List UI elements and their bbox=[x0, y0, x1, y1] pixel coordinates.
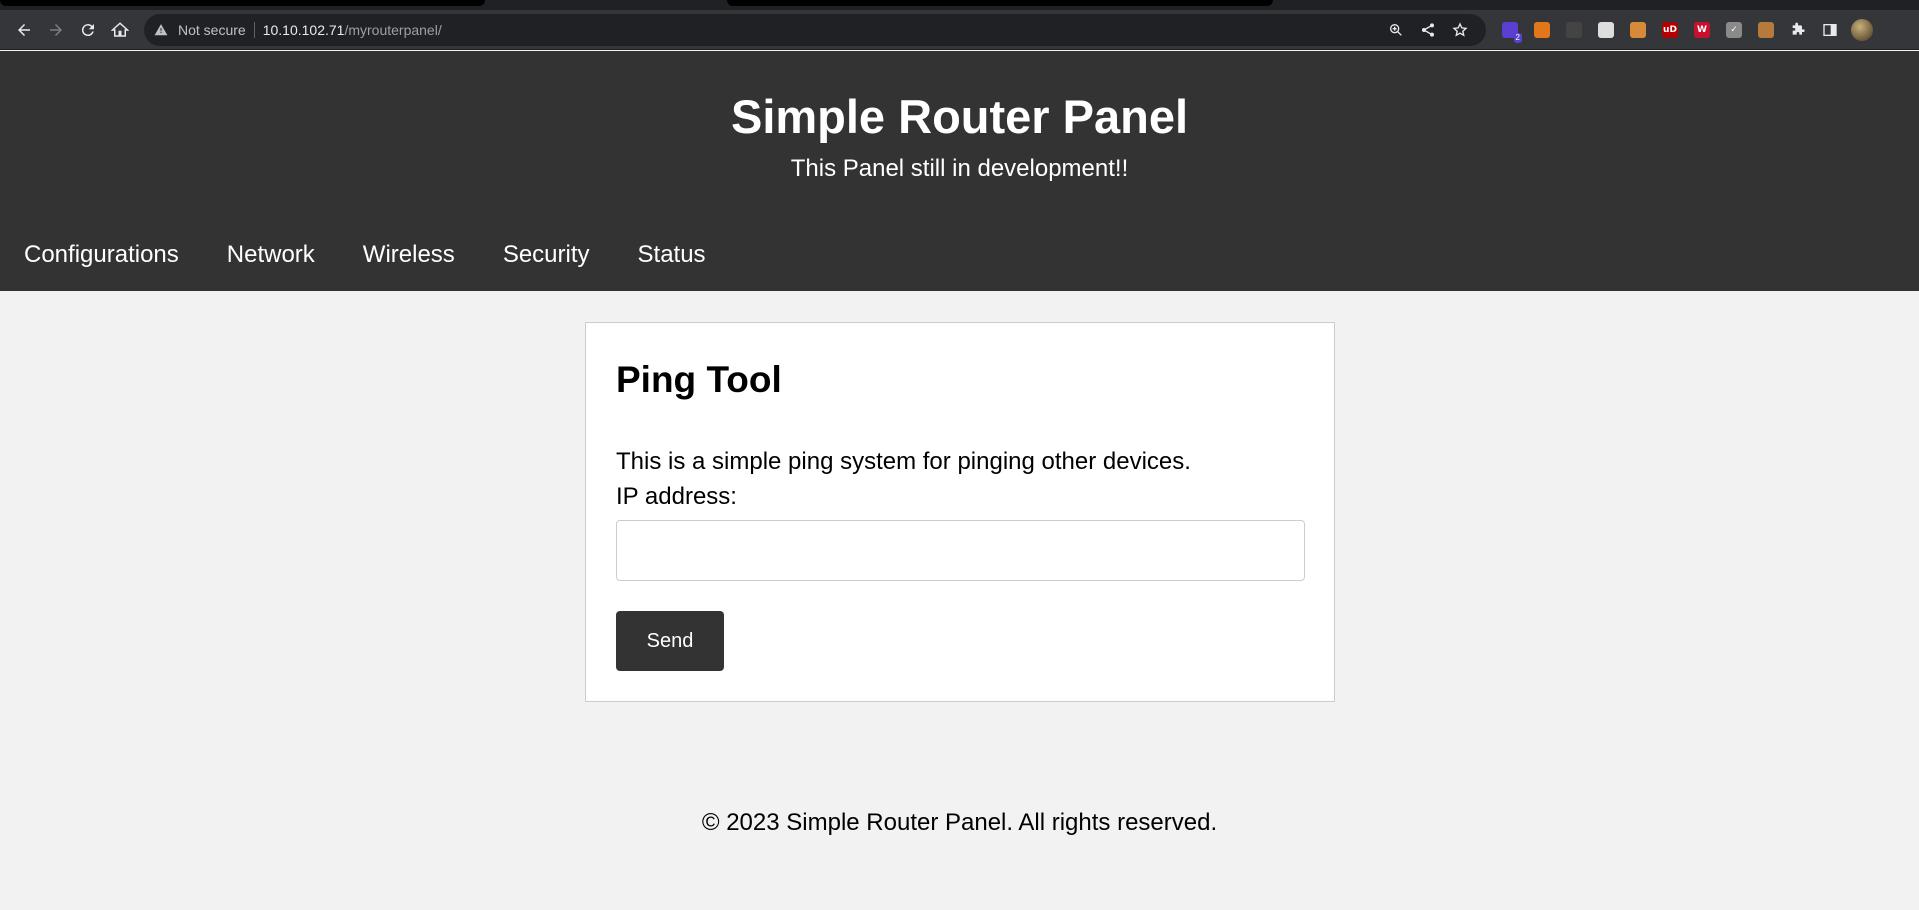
url-host: 10.10.102.71 bbox=[262, 21, 345, 38]
share-icon[interactable] bbox=[1412, 16, 1444, 44]
reload-icon[interactable] bbox=[72, 14, 104, 46]
page-content: Simple Router Panel This Panel still in … bbox=[0, 51, 1919, 910]
site-title: Simple Router Panel bbox=[730, 90, 1189, 143]
ping-tool-description: This is a simple ping system for pinging… bbox=[616, 448, 1191, 475]
back-icon[interactable] bbox=[8, 14, 40, 46]
wappalyzer-icon[interactable]: W bbox=[1686, 14, 1718, 46]
url-path: /myrouterpanel/ bbox=[344, 21, 442, 38]
ping-tool-heading: Ping Tool bbox=[616, 359, 782, 400]
main-nav: Configurations Network Wireless Security… bbox=[24, 241, 754, 269]
zoom-icon[interactable] bbox=[1380, 16, 1412, 44]
checklist-icon[interactable]: ✓ bbox=[1718, 14, 1750, 46]
extension-badge: 2 bbox=[1513, 32, 1522, 43]
ip-address-label: IP address: bbox=[616, 483, 737, 510]
tab-strip bbox=[0, 0, 1919, 10]
ping-tool-card: Ping Tool This is a simple ping system f… bbox=[585, 322, 1335, 702]
browser-tab[interactable] bbox=[0, 0, 485, 6]
ublock-origin-icon[interactable]: uD bbox=[1654, 14, 1686, 46]
site-header: Simple Router Panel This Panel still in … bbox=[0, 51, 1919, 291]
cookie-icon[interactable] bbox=[1622, 14, 1654, 46]
warning-icon[interactable] bbox=[154, 22, 170, 38]
address-bar[interactable]: Not secure 10.10.102.71/myrouterpanel/ bbox=[144, 13, 1486, 46]
site-footer: © 2023 Simple Router Panel. All rights r… bbox=[701, 809, 1218, 836]
nav-network[interactable]: Network bbox=[227, 241, 315, 269]
nav-status[interactable]: Status bbox=[638, 241, 706, 269]
metamask-icon[interactable] bbox=[1526, 14, 1558, 46]
home-icon[interactable] bbox=[104, 14, 136, 46]
cookie-editor-icon[interactable] bbox=[1750, 14, 1782, 46]
profile-avatar[interactable] bbox=[1846, 14, 1878, 46]
side-panel-icon[interactable] bbox=[1814, 14, 1846, 46]
ip-address-input[interactable] bbox=[616, 520, 1305, 581]
nav-security[interactable]: Security bbox=[503, 241, 590, 269]
puzzle-icon[interactable] bbox=[1782, 14, 1814, 46]
cookie-multi-icon[interactable] bbox=[1590, 14, 1622, 46]
security-label[interactable]: Not secure bbox=[178, 22, 246, 38]
nav-wireless[interactable]: Wireless bbox=[363, 241, 455, 269]
browser-tab[interactable] bbox=[727, 0, 1273, 6]
star-icon[interactable] bbox=[1444, 16, 1476, 44]
ublock-icon[interactable]: 2 bbox=[1494, 14, 1526, 46]
divider bbox=[253, 21, 255, 38]
browser-toolbar: Not secure 10.10.102.71/myrouterpanel/ 2… bbox=[0, 10, 1919, 50]
site-tagline: This Panel still in development!! bbox=[790, 155, 1129, 182]
forward-icon[interactable] bbox=[40, 14, 72, 46]
send-button[interactable]: Send bbox=[616, 611, 724, 671]
extensions-bar: 2 uD W ✓ bbox=[1494, 14, 1782, 46]
hat-icon[interactable] bbox=[1558, 14, 1590, 46]
nav-configurations[interactable]: Configurations bbox=[24, 241, 179, 269]
